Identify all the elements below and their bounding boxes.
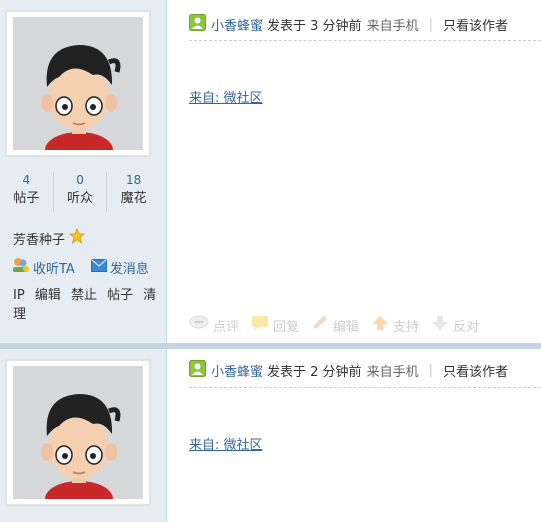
stat-flowers-count: 18 <box>126 173 142 187</box>
post-content: 小香蜂蜜 发表于 3 分钟前 来自手机 | 只看该作者 来自: 微社区 点评 回… <box>167 0 541 343</box>
post-2: 小香蜂蜜 发表于 2 分钟前 来自手机 | 只看该作者 来自: 微社区 <box>0 349 541 522</box>
oppose-label: 反对 <box>453 319 480 335</box>
author-link[interactable]: 小香蜂蜜 <box>211 361 263 380</box>
edit-label: 编辑 <box>333 319 360 335</box>
author-sidebar <box>0 349 167 522</box>
avatar-image <box>13 366 143 499</box>
arrow-down-icon <box>431 315 449 335</box>
oppose-button[interactable]: 反对 <box>431 315 479 335</box>
post-source: 来自手机 <box>366 18 419 34</box>
post-header: 小香蜂蜜 发表于 3 分钟前 来自手机 | 只看该作者 <box>189 13 539 35</box>
rank-label: 芳香种子 <box>13 232 66 248</box>
pencil-icon <box>311 315 329 335</box>
reply-button[interactable]: 回复 <box>251 315 299 335</box>
send-message-label: 发消息 <box>109 261 149 277</box>
avatar-image <box>13 17 143 150</box>
online-icon <box>189 13 206 35</box>
stat-posts[interactable]: 4 帖子 <box>0 172 54 212</box>
stat-listeners-count: 0 <box>76 173 84 187</box>
post-source: 来自手机 <box>366 364 419 380</box>
post-time: 发表于 2 分钟前 <box>267 364 362 380</box>
support-label: 支持 <box>393 319 420 335</box>
author-link[interactable]: 小香蜂蜜 <box>211 15 263 34</box>
comment-button[interactable]: 点评 <box>189 315 239 335</box>
follow-label: 收听TA <box>33 261 75 277</box>
online-icon <box>189 359 206 381</box>
reply-icon <box>251 315 269 335</box>
only-author-link[interactable]: 只看该作者 <box>443 361 508 380</box>
author-stats: 4 帖子 0 听众 18 魔花 <box>0 172 160 212</box>
support-button[interactable]: 支持 <box>371 315 419 335</box>
comment-icon <box>189 315 209 335</box>
stat-listeners[interactable]: 0 听众 <box>54 172 108 212</box>
edit-button[interactable]: 编辑 <box>311 315 359 335</box>
admin-links: IP 编辑 禁止 帖子 清理 <box>13 284 166 322</box>
send-message-button[interactable]: 发消息 <box>90 258 149 277</box>
comment-label: 点评 <box>213 319 240 335</box>
envelope-icon <box>90 258 107 276</box>
admin-ip-link[interactable]: IP <box>13 288 25 303</box>
arrow-up-icon <box>371 315 389 335</box>
stat-flowers[interactable]: 18 魔花 <box>107 172 160 212</box>
stat-listeners-label: 听众 <box>67 191 94 206</box>
avatar[interactable] <box>6 360 150 505</box>
post-content: 小香蜂蜜 发表于 2 分钟前 来自手机 | 只看该作者 来自: 微社区 <box>167 349 541 522</box>
header-separator: | <box>428 16 433 32</box>
header-divider <box>189 387 541 388</box>
header-separator: | <box>428 362 433 378</box>
post-header: 小香蜂蜜 发表于 2 分钟前 来自手机 | 只看该作者 <box>189 359 539 381</box>
header-divider <box>189 40 541 41</box>
author-actions: 收听TA 发消息 <box>12 257 149 277</box>
avatar[interactable] <box>6 11 150 156</box>
admin-edit-link[interactable]: 编辑 <box>35 288 61 303</box>
admin-posts-link[interactable]: 帖子 <box>107 288 133 303</box>
post-time: 发表于 3 分钟前 <box>267 18 362 34</box>
only-author-link[interactable]: 只看该作者 <box>443 15 508 34</box>
users-add-icon <box>12 257 30 277</box>
follow-button[interactable]: 收听TA <box>12 257 75 277</box>
stat-posts-label: 帖子 <box>13 191 40 206</box>
from-community-link[interactable]: 来自: 微社区 <box>189 87 263 106</box>
stat-posts-count: 4 <box>22 173 31 187</box>
stat-flowers-label: 魔花 <box>120 191 147 206</box>
user-rank: 芳香种子 <box>13 227 86 248</box>
post-actions: 点评 回复 编辑 支持 反对 <box>189 315 479 335</box>
admin-ban-link[interactable]: 禁止 <box>71 288 97 303</box>
star-icon <box>68 227 86 248</box>
reply-label: 回复 <box>273 319 300 335</box>
from-community-link[interactable]: 来自: 微社区 <box>189 434 263 453</box>
author-sidebar: 4 帖子 0 听众 18 魔花 芳香种子 收听TA 发消息 IP 编辑 禁止 帖… <box>0 0 167 343</box>
post-1: 4 帖子 0 听众 18 魔花 芳香种子 收听TA 发消息 IP 编辑 禁止 帖… <box>0 0 541 343</box>
